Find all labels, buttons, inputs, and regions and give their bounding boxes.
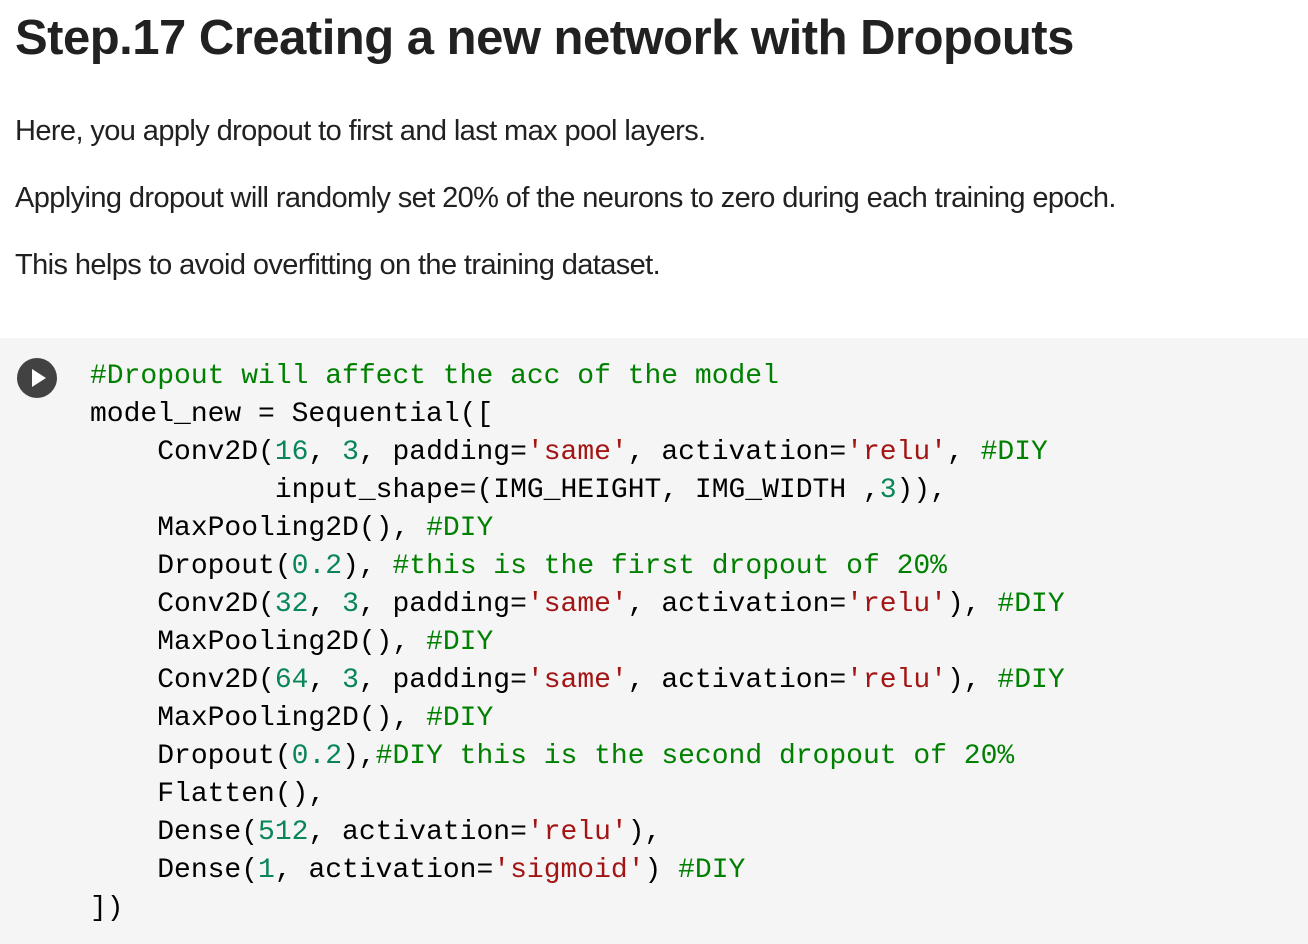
paragraph-overfitting: This helps to avoid overfitting on the t… <box>15 249 661 281</box>
code-line: Conv2D(64, 3, padding='same', activation… <box>90 662 1065 700</box>
code-token-string: 'sigmoid' <box>493 855 645 886</box>
code-token-plain: Dropout( <box>90 551 292 582</box>
code-token-plain: , <box>308 437 343 468</box>
code-line: input_shape=(IMG_HEIGHT, IMG_WIDTH ,3)), <box>90 472 1065 510</box>
code-token-number: 64 <box>274 665 309 696</box>
code-token-number: 3 <box>342 589 359 620</box>
code-token-plain: , padding= <box>358 589 527 620</box>
code-token-comment: #DIY this is the second dropout of 20% <box>375 741 1015 772</box>
code-token-plain: , activation= <box>627 665 847 696</box>
code-token-plain: , <box>308 589 343 620</box>
code-token-plain: , <box>947 437 981 468</box>
code-token-plain: , activation= <box>627 437 847 468</box>
code-line: Dropout(0.2),#DIY this is the second dro… <box>90 738 1065 776</box>
code-token-plain: ), <box>947 665 998 696</box>
code-token-plain: ), <box>627 817 662 848</box>
code-token-plain: Conv2D( <box>90 665 275 696</box>
code-token-string: 'relu' <box>846 665 947 696</box>
section-heading: Step.17 Creating a new network with Drop… <box>15 11 1074 65</box>
code-token-comment: #this is the first dropout of 20% <box>392 551 947 582</box>
code-line: MaxPooling2D(), #DIY <box>90 624 1065 662</box>
code-token-number: 3 <box>342 665 359 696</box>
code-token-plain: , padding= <box>358 665 527 696</box>
code-line: #Dropout will affect the acc of the mode… <box>90 358 1065 396</box>
code-token-string: 'relu' <box>526 817 628 848</box>
code-token-plain: , activation= <box>274 855 494 886</box>
code-token-plain: Flatten(), <box>90 779 326 810</box>
code-token-comment: #Dropout will affect the acc of the mode… <box>90 361 779 392</box>
code-token-string: 'relu' <box>846 589 947 620</box>
code-token-number: 16 <box>274 437 309 468</box>
code-token-number: 512 <box>258 817 309 848</box>
code-token-plain: , <box>308 665 343 696</box>
code-token-number: 3 <box>879 475 897 506</box>
code-token-comment: #DIY <box>997 589 1065 620</box>
code-token-number: 0.2 <box>291 551 343 582</box>
code-token-comment: #DIY <box>426 513 494 544</box>
code-line: Dense(1, activation='sigmoid') #DIY <box>90 852 1065 890</box>
code-token-comment: #DIY <box>997 665 1065 696</box>
code-token-plain: ) <box>644 855 679 886</box>
code-token-plain: ), <box>947 589 998 620</box>
code-token-plain: , activation= <box>627 589 847 620</box>
code-token-comment: #DIY <box>678 855 746 886</box>
code-editor[interactable]: #Dropout will affect the acc of the mode… <box>90 358 1065 928</box>
code-token-string: 'same' <box>526 437 628 468</box>
code-line: ]) <box>90 890 1065 928</box>
code-line: Dense(512, activation='relu'), <box>90 814 1065 852</box>
code-token-plain: ]) <box>90 893 124 924</box>
code-token-plain: MaxPooling2D(), <box>90 703 427 734</box>
code-token-plain: MaxPooling2D(), <box>90 513 427 544</box>
code-token-string: 'same' <box>526 665 628 696</box>
code-token-plain: MaxPooling2D(), <box>90 627 427 658</box>
code-token-plain: ), <box>342 551 393 582</box>
code-token-comment: #DIY <box>426 627 494 658</box>
code-token-plain: Conv2D( <box>90 437 275 468</box>
code-token-number: 0.2 <box>291 741 343 772</box>
code-token-plain: , activation= <box>308 817 527 848</box>
code-line: Conv2D(16, 3, padding='same', activation… <box>90 434 1065 472</box>
code-token-number: 32 <box>274 589 309 620</box>
code-token-number: 1 <box>258 855 275 886</box>
code-line: Conv2D(32, 3, padding='same', activation… <box>90 586 1065 624</box>
paragraph-dropout-placement: Here, you apply dropout to first and las… <box>15 115 706 147</box>
code-token-comment: #DIY <box>980 437 1048 468</box>
code-token-comment: #DIY <box>426 703 494 734</box>
code-line: model_new = Sequential([ <box>90 396 1065 434</box>
run-cell-button[interactable] <box>17 358 57 398</box>
code-token-plain: ), <box>342 741 376 772</box>
code-line: Flatten(), <box>90 776 1065 814</box>
code-token-string: 'same' <box>526 589 628 620</box>
code-token-plain: , padding= <box>358 437 527 468</box>
code-token-plain: model_new = Sequential([ <box>90 399 494 430</box>
code-token-plain: Conv2D( <box>90 589 275 620</box>
paragraph-dropout-rate: Applying dropout will randomly set 20% o… <box>15 182 1116 214</box>
code-token-number: 3 <box>342 437 359 468</box>
code-line: MaxPooling2D(), #DIY <box>90 510 1065 548</box>
code-token-plain: )), <box>896 475 947 506</box>
code-token-string: 'relu' <box>846 437 947 468</box>
code-token-plain: Dense( <box>90 855 259 886</box>
code-token-plain: Dense( <box>90 817 259 848</box>
play-icon <box>32 369 46 387</box>
code-token-plain: input_shape=(IMG_HEIGHT, IMG_WIDTH , <box>90 475 880 506</box>
code-token-plain: Dropout( <box>90 741 292 772</box>
code-line: Dropout(0.2), #this is the first dropout… <box>90 548 1065 586</box>
code-line: MaxPooling2D(), #DIY <box>90 700 1065 738</box>
